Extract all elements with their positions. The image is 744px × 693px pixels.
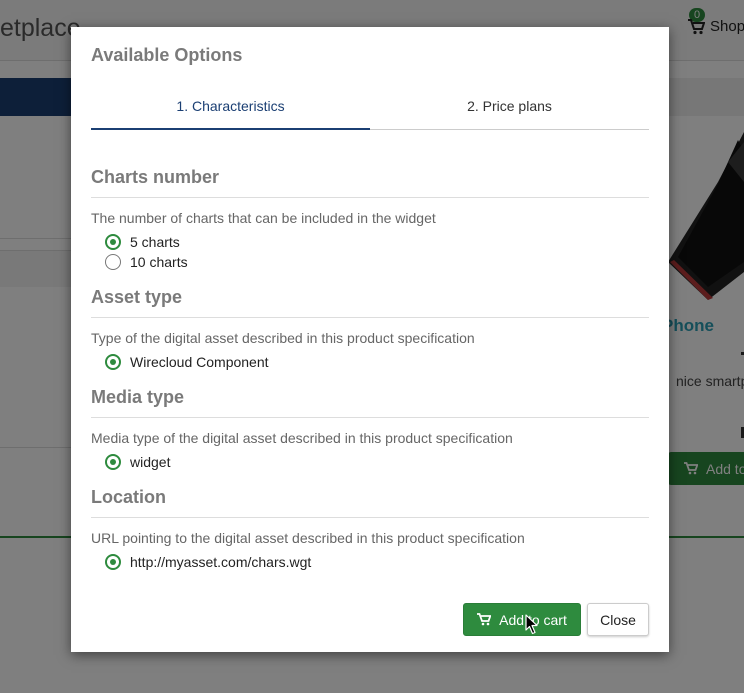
section-description-charts-number: The number of charts that can be include…: [91, 210, 436, 226]
section-description-asset-type: Type of the digital asset described in t…: [91, 330, 475, 346]
radio-checked-icon[interactable]: [105, 234, 121, 250]
option-label: Wirecloud Component: [130, 354, 269, 370]
option-label: http://myasset.com/chars.wgt: [130, 554, 312, 570]
option-wirecloud-component[interactable]: Wirecloud Component: [105, 354, 269, 370]
section-description-media-type: Media type of the digital asset describe…: [91, 430, 513, 446]
option-label: 10 charts: [130, 254, 188, 270]
section-description-location: URL pointing to the digital asset descri…: [91, 530, 525, 546]
option-widget[interactable]: widget: [105, 454, 170, 470]
shopping-cart-icon: [477, 613, 492, 626]
add-to-cart-button[interactable]: Add to cart: [463, 603, 581, 636]
add-to-cart-label: Add to cart: [499, 611, 567, 628]
radio-unchecked-icon[interactable]: [105, 254, 121, 270]
option-10-charts[interactable]: 10 charts: [105, 254, 188, 270]
option-label: 5 charts: [130, 234, 180, 250]
section-title-charts-number: Charts number: [91, 167, 649, 198]
tab-price-plans[interactable]: 2. Price plans: [370, 93, 649, 129]
radio-checked-icon[interactable]: [105, 354, 121, 370]
options-tabs: 1. Characteristics 2. Price plans: [91, 93, 649, 130]
radio-checked-icon[interactable]: [105, 554, 121, 570]
section-title-location: Location: [91, 487, 649, 518]
tab-characteristics[interactable]: 1. Characteristics: [91, 93, 370, 130]
modal-title: Available Options: [91, 45, 243, 65]
option-5-charts[interactable]: 5 charts: [105, 234, 180, 250]
section-title-asset-type: Asset type: [91, 287, 649, 318]
radio-checked-icon[interactable]: [105, 454, 121, 470]
option-location-url[interactable]: http://myasset.com/chars.wgt: [105, 554, 311, 570]
option-label: widget: [130, 454, 171, 470]
available-options-modal: Available Options 1. Characteristics 2. …: [71, 27, 669, 652]
close-button[interactable]: Close: [587, 603, 649, 636]
section-title-media-type: Media type: [91, 387, 649, 418]
